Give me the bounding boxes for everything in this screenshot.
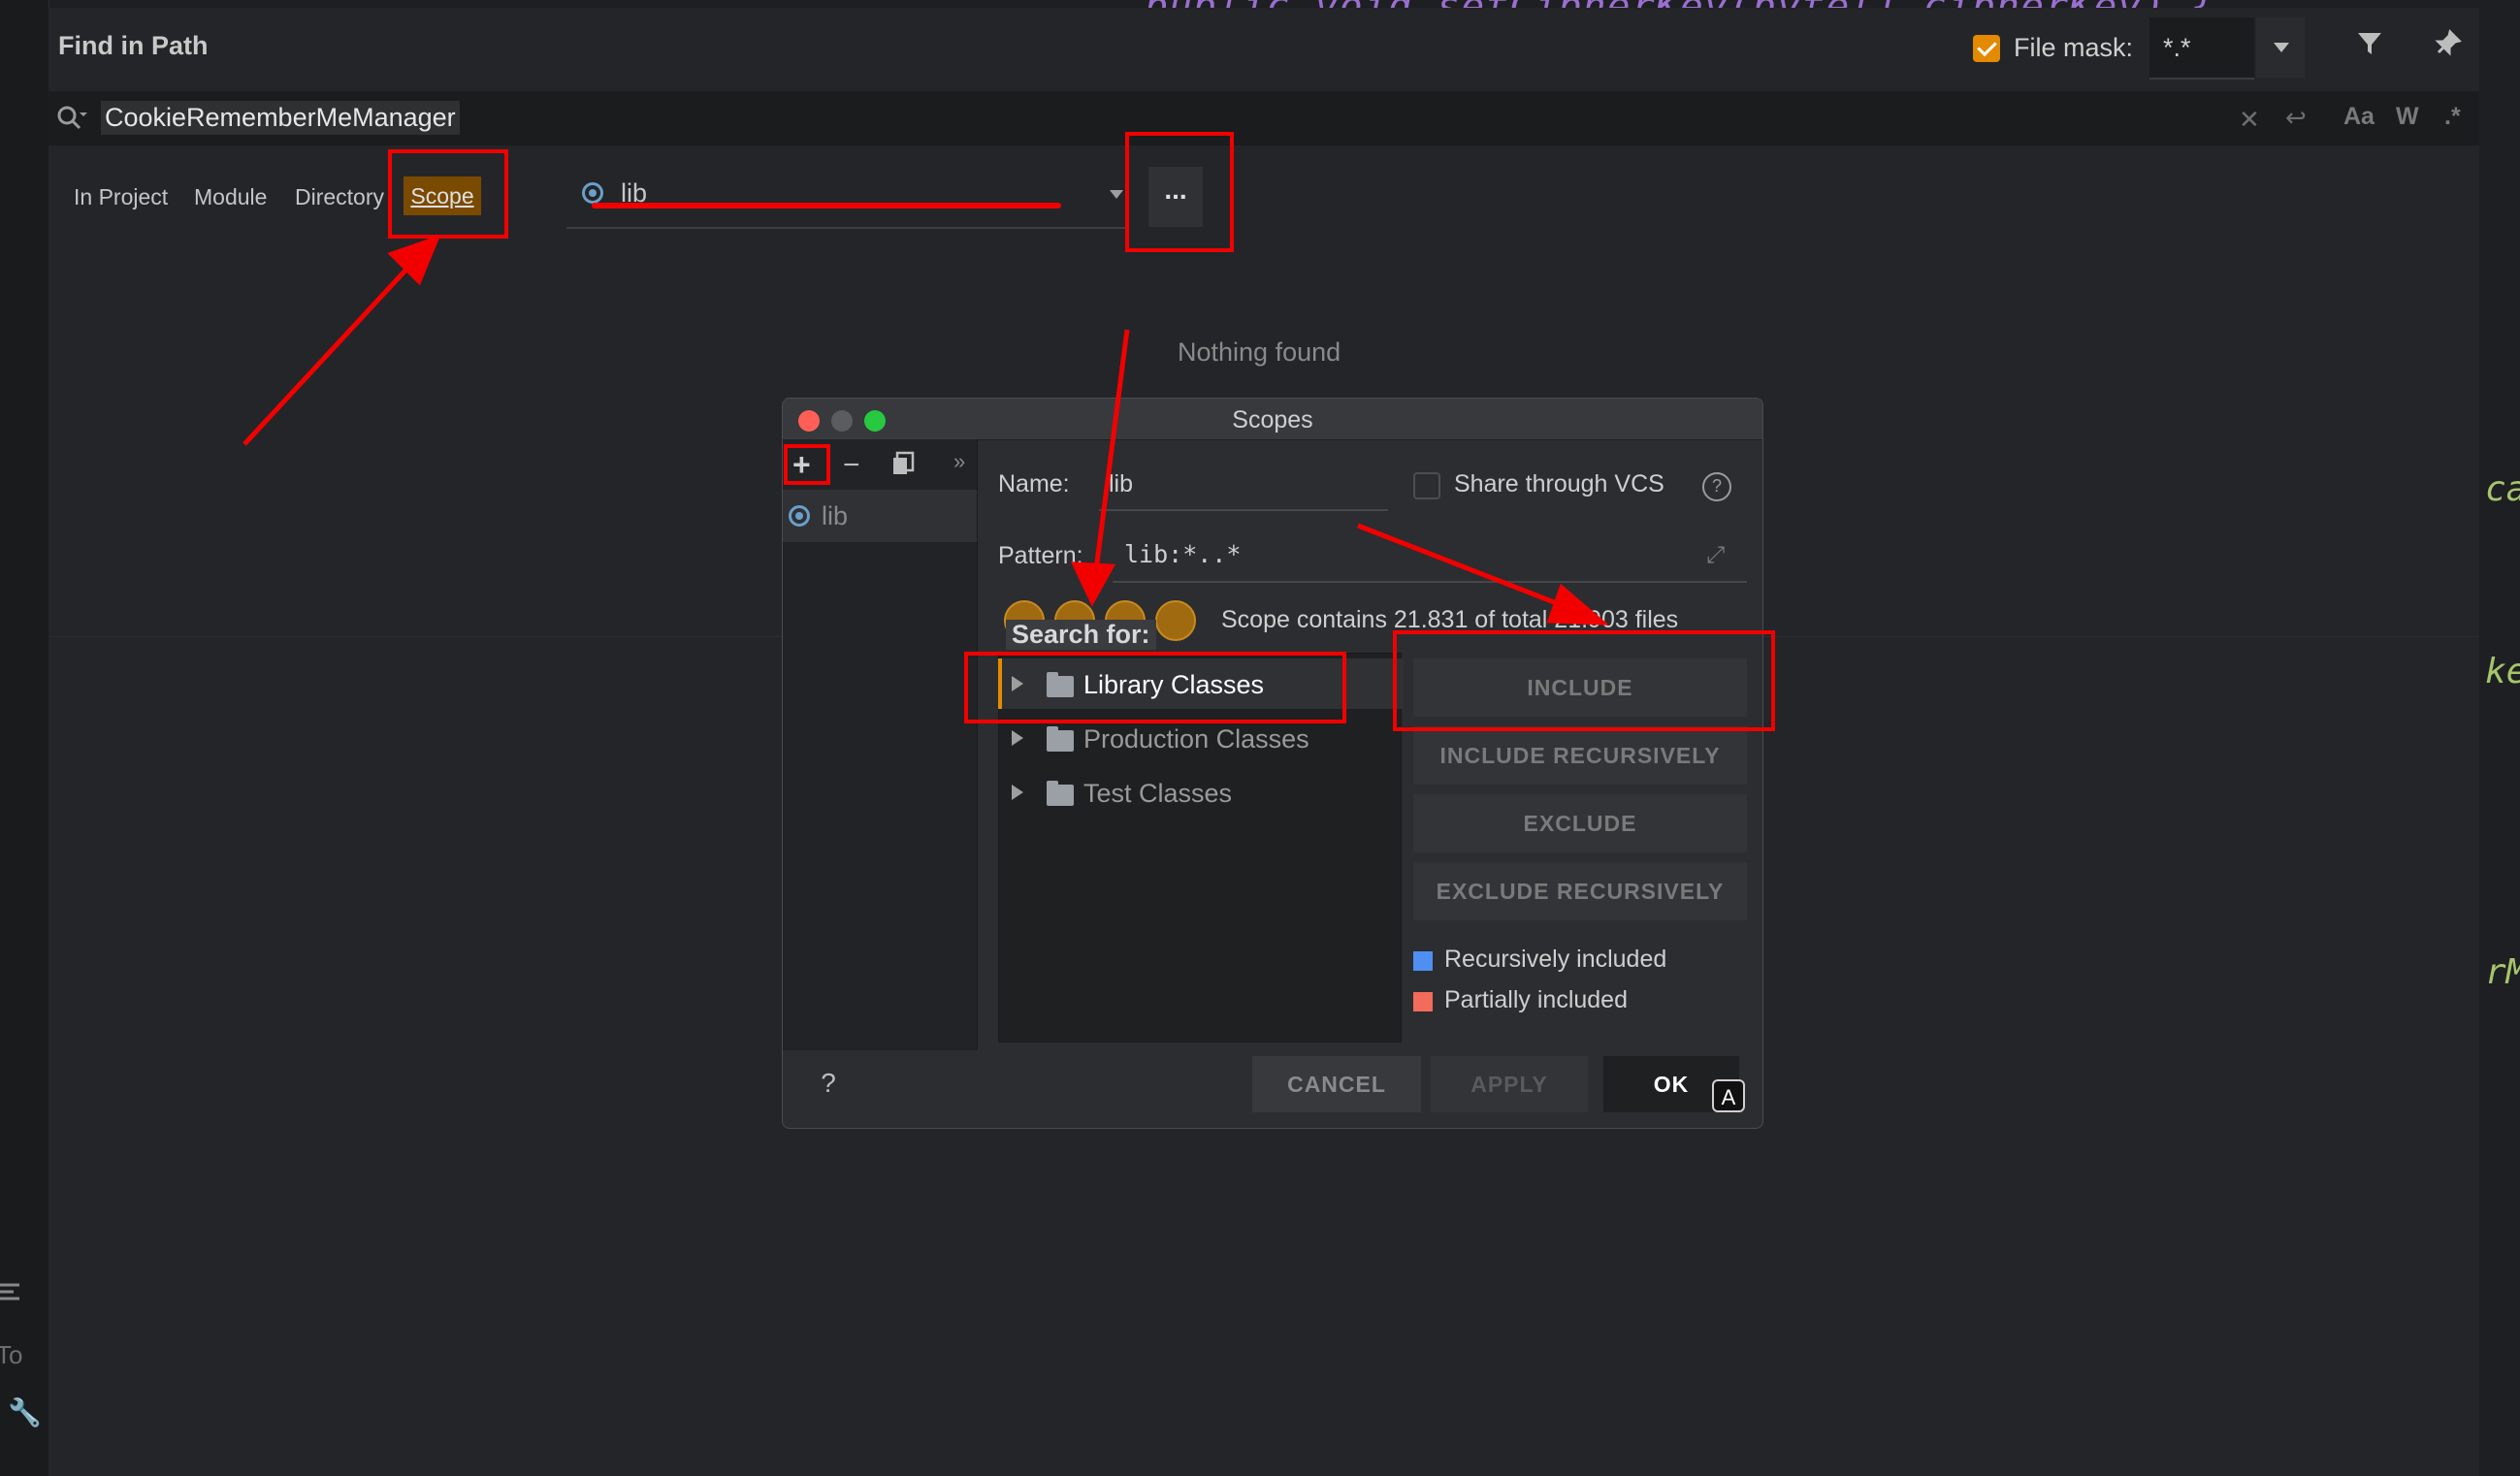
annotation-arrow-head: [1070, 562, 1116, 607]
annotation-arrow-head: [1546, 583, 1610, 626]
annotation-arrow-line: [1093, 329, 1130, 571]
annotation-arrow-line: [1357, 523, 1572, 612]
annotation-arrow-line: [242, 258, 417, 446]
annotation-arrows: [242, 234, 1610, 626]
